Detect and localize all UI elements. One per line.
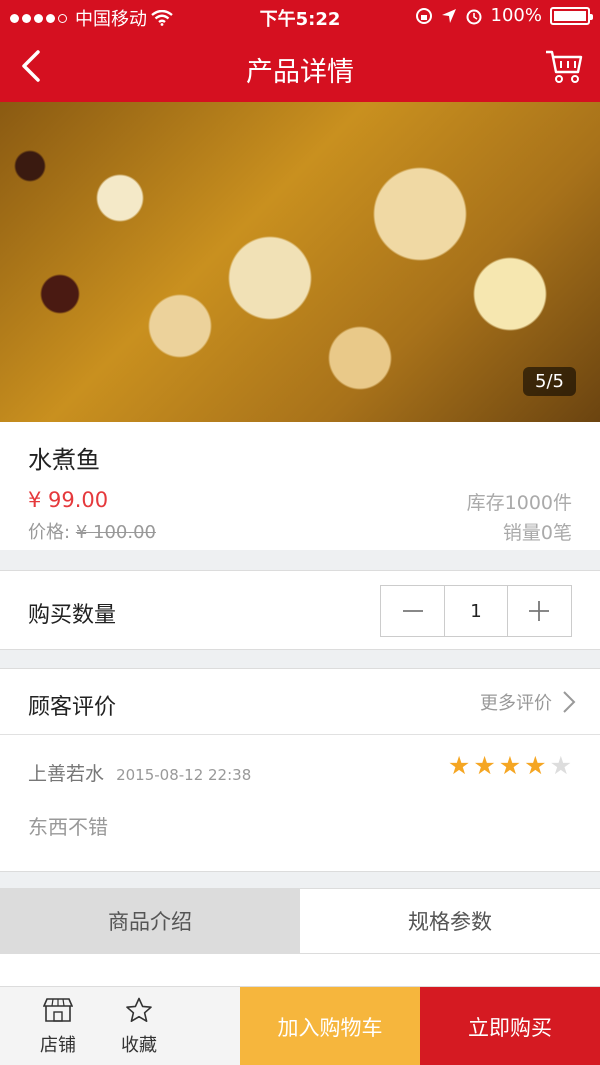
shop-label: 店铺 [40, 1035, 76, 1056]
product-image-gallery[interactable]: 5/5 [0, 102, 600, 422]
review-user-name: 上善若水 [28, 763, 105, 785]
location-icon [441, 8, 456, 23]
buy-now-button[interactable]: 立即购买 [420, 987, 600, 1065]
star-filled-icon: ★ [498, 751, 522, 780]
add-to-cart-button[interactable]: 加入购物车 [240, 987, 420, 1065]
star-empty-icon: ★ [549, 751, 572, 780]
original-price-label: 价格: [28, 522, 71, 543]
plus-icon [529, 601, 550, 621]
sales-count: 销量0笔 [502, 522, 572, 544]
quantity-value[interactable]: 1 [444, 586, 508, 636]
status-bar: 中国移动 下午5:22 100% [0, 0, 600, 32]
status-right: 100% [415, 5, 593, 26]
shop-button[interactable]: 店铺 [28, 997, 88, 1057]
battery-icon [550, 6, 593, 25]
cart-icon[interactable] [544, 46, 584, 86]
product-name: 水煮鱼 [28, 446, 100, 474]
quantity-label: 购买数量 [28, 603, 117, 628]
chevron-right-icon [563, 691, 576, 713]
star-filled-icon: ★ [473, 751, 496, 780]
reviews-header: 顾客评价 更多评价 [0, 669, 600, 735]
quantity-stepper: 1 [380, 585, 572, 637]
minus-icon [402, 610, 423, 612]
battery-percent: 100% [490, 5, 542, 26]
quantity-row: 购买数量 1 [0, 570, 600, 650]
more-reviews-link[interactable]: 更多评价 [480, 689, 576, 715]
product-price: ¥ 99.00 [28, 488, 109, 512]
more-reviews-label: 更多评价 [480, 693, 552, 714]
review-author: 上善若水 2015-08-12 22:38 [28, 759, 251, 786]
nav-bar: 产品详情 [0, 32, 600, 102]
tab-specifications[interactable]: 规格参数 [300, 889, 600, 953]
shop-icon [42, 998, 74, 1022]
page-title: 产品详情 [246, 57, 354, 88]
favorite-label: 收藏 [121, 1035, 157, 1056]
gallery-pager: 5/5 [523, 367, 576, 396]
increase-button[interactable] [508, 586, 571, 636]
original-price-value: ¥ 100.00 [75, 522, 156, 543]
favorite-button[interactable]: 收藏 [109, 997, 169, 1057]
alarm-icon [466, 9, 482, 24]
rotation-lock-icon [415, 7, 432, 24]
reviews-title: 顾客评价 [28, 695, 117, 720]
star-outline-icon [126, 997, 152, 1022]
star-filled-icon: ★ [524, 751, 547, 780]
tab-product-intro[interactable]: 商品介绍 [0, 889, 300, 953]
star-filled-icon: ★ [447, 751, 471, 780]
review-date: 2015-08-12 22:38 [116, 766, 252, 784]
original-price: 价格: ¥ 100.00 [28, 518, 156, 544]
tab-content-area [0, 954, 600, 986]
stock-count: 库存1000件 [466, 492, 572, 514]
top-header: 中国移动 下午5:22 100% 产品详情 [0, 0, 600, 102]
decrease-button[interactable] [381, 586, 444, 636]
review-text: 东西不错 [28, 815, 108, 839]
product-info: 水煮鱼 ¥ 99.00 价格: ¥ 100.00 库存1000件 销量0笔 [0, 422, 600, 550]
reviews-section: 顾客评价 更多评价 上善若水 2015-08-12 22:38 ★ ★ ★ ★ ★ 东西… [0, 668, 600, 872]
detail-tabs: 商品介绍 规格参数 [0, 888, 600, 954]
bottom-action-bar: 店铺 收藏 加入购物车 立即购买 [0, 986, 600, 1065]
review-rating: ★ ★ ★ ★ ★ [448, 753, 572, 778]
